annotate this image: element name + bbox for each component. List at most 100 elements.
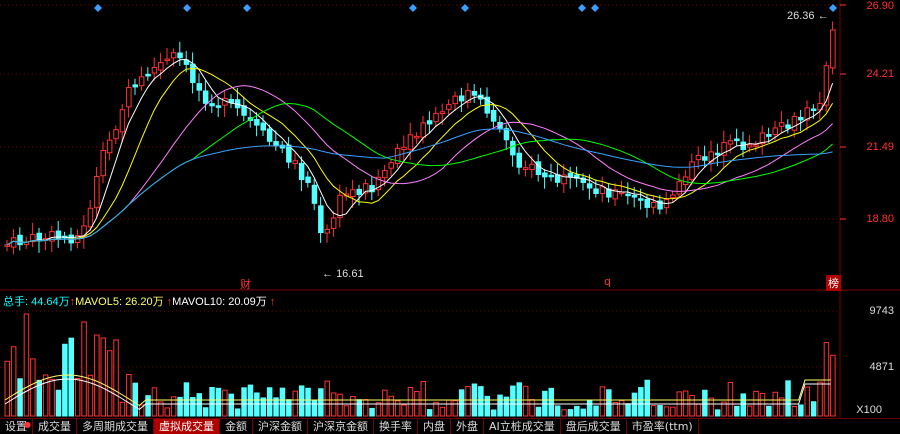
volume-axis-label-mid: 4871 (869, 361, 894, 373)
volume-bar (337, 393, 343, 417)
volume-bar (695, 403, 702, 417)
volume-bar (241, 387, 247, 417)
tab-settings[interactable]: 设置 ● (0, 419, 33, 434)
tab-volume[interactable]: 成交量 (33, 419, 77, 434)
volume-bar (823, 342, 830, 417)
tab-inner-volume[interactable]: 内盘 (418, 419, 451, 434)
volume-bar (87, 374, 94, 417)
volume-bar (247, 384, 254, 417)
volume-bar (625, 403, 631, 417)
candle-body (785, 124, 791, 129)
candle-body (439, 111, 446, 115)
candle-body (298, 162, 305, 181)
candle-body (625, 193, 631, 197)
volume-bar (766, 405, 772, 417)
kline-chart[interactable] (0, 0, 900, 433)
volume-bar (164, 407, 170, 417)
candle-body (292, 160, 298, 164)
candle-body (215, 105, 222, 108)
candle-body (727, 140, 734, 145)
event-diamond-icon (829, 4, 837, 12)
candle-body (446, 104, 452, 110)
candle-body (433, 112, 439, 123)
candle-body (676, 181, 682, 195)
volume-legend: 总手: 44.64万↑MAVOL5: 26.20万 ↑MAVOL10: 20.0… (3, 293, 275, 309)
volume-bar (452, 400, 458, 417)
tab-pe-ttm[interactable]: 市盈率(ttm) (627, 419, 699, 434)
volume-bar (554, 405, 561, 417)
tab-turnover-rate[interactable]: 换手率 (374, 419, 418, 434)
volume-bar (42, 374, 49, 417)
volume-bar (510, 385, 516, 417)
candle-body (158, 62, 164, 71)
candle-body (311, 184, 318, 204)
candle-body (644, 198, 650, 208)
volume-bar (356, 399, 362, 417)
volume-bar (778, 397, 785, 417)
volume-bar (650, 405, 657, 417)
volume-total-label: 总手: 44.64万 (3, 296, 70, 308)
volume-bar (68, 337, 74, 417)
candle-body (254, 119, 260, 126)
volume-bar (4, 360, 10, 417)
volume-bar (740, 393, 746, 417)
candle-body (87, 207, 94, 228)
candle-body (798, 116, 804, 121)
candle-body (126, 87, 132, 108)
mavol10-label: MAVOL10: 20.09万 (172, 296, 267, 308)
volume-axis-label-top: 9743 (869, 305, 894, 317)
candle-body (810, 108, 817, 112)
volume-bar (606, 389, 612, 417)
candle-body (452, 95, 458, 105)
candle-body (228, 98, 234, 104)
volume-bar (151, 387, 158, 417)
volume-bar (574, 405, 580, 417)
candle-body (190, 63, 196, 83)
event-marker-q[interactable]: q (604, 275, 611, 288)
volume-bar (612, 402, 618, 417)
candle-body (490, 110, 497, 122)
volume-bar (350, 396, 356, 417)
volume-bar (298, 385, 305, 417)
tab-sh-sz-bj-amount[interactable]: 沪深京金额 (308, 419, 374, 434)
volume-bar (228, 393, 234, 417)
volume-bar (202, 407, 209, 417)
candle-body (266, 128, 273, 142)
volume-bar (535, 406, 542, 417)
tab-ai-volume[interactable]: AI立桩成交量 (484, 419, 561, 434)
volume-bar (599, 386, 606, 417)
candle-body (170, 52, 177, 59)
volume-bar (785, 380, 791, 417)
tab-virtual-volume[interactable]: 虚拟成交量 (154, 419, 220, 434)
event-diamond-icon (409, 4, 417, 12)
volume-bar (305, 387, 311, 417)
candle-body (260, 122, 266, 131)
volume-bar (23, 313, 30, 417)
tab-sh-sz-amount[interactable]: 沪深金额 (253, 419, 308, 434)
candle-body (471, 90, 478, 96)
candle-body (548, 174, 554, 178)
volume-bar (119, 401, 126, 417)
volume-bar (689, 395, 695, 417)
tab-after-hours-volume[interactable]: 盘后成交量 (561, 419, 627, 434)
candle-body (650, 201, 657, 208)
candle-body (830, 29, 836, 69)
candle-body (586, 183, 593, 189)
tab-amount[interactable]: 金额 (220, 419, 253, 434)
event-marker-finance[interactable]: 财 (240, 276, 251, 292)
volume-bar (375, 402, 382, 417)
volume-bar (663, 406, 670, 417)
candle-body (695, 154, 702, 161)
candle-body (414, 135, 420, 139)
volume-bar (74, 377, 81, 417)
volume-bar (791, 406, 798, 417)
volume-bar (746, 405, 753, 417)
tab-outer-volume[interactable]: 外盘 (451, 419, 484, 434)
volume-bar (183, 382, 190, 417)
candle-body (772, 127, 778, 135)
tab-multi-period-volume[interactable]: 多周期成交量 (77, 419, 154, 434)
volume-bar (62, 343, 68, 417)
volume-bar (343, 405, 350, 417)
event-marker-rank[interactable]: 榜 (826, 275, 841, 291)
candle-body (330, 217, 337, 229)
